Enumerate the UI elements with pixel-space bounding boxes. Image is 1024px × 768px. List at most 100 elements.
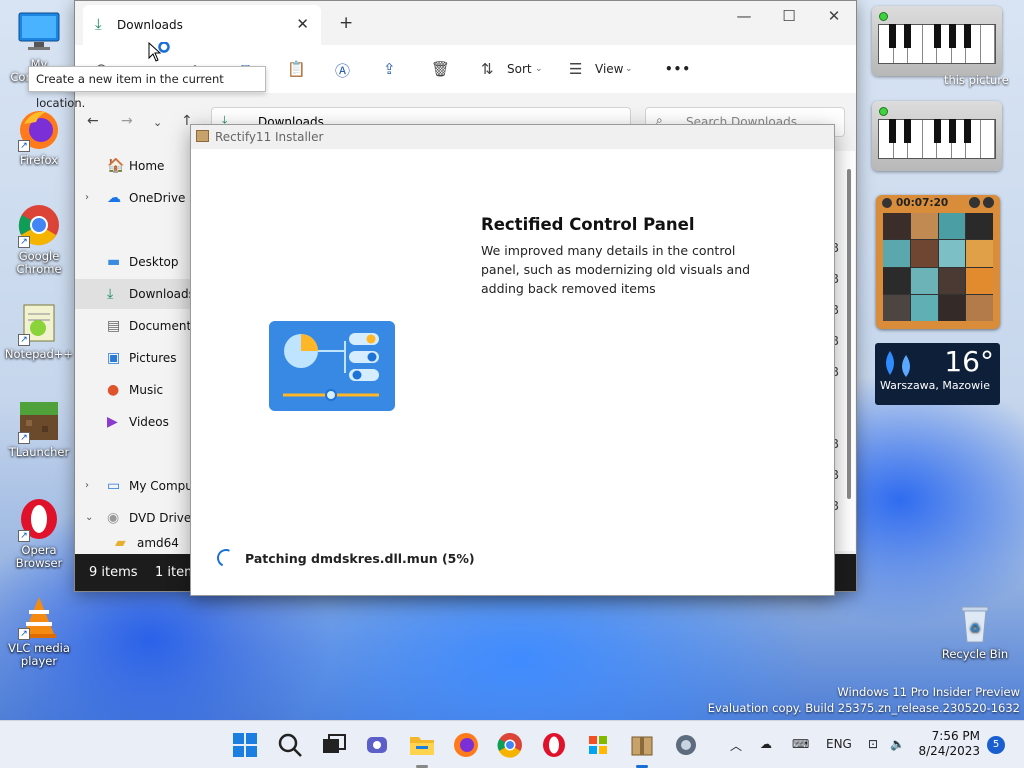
close-tab-icon[interactable]: ✕ bbox=[296, 15, 309, 33]
sidebar-item-desktop[interactable]: ▬ Desktop bbox=[75, 247, 193, 277]
recent-locations-button[interactable]: ⌄ bbox=[153, 116, 162, 129]
sidebar-item-home[interactable]: 🏠 Home bbox=[75, 151, 193, 181]
task-view-button[interactable] bbox=[320, 731, 348, 759]
rename-icon[interactable]: Ⓐ bbox=[335, 60, 350, 81]
taskbar: ︿ ☁ ⌨ ENG ⊡ 🔈 7:56 PM 8/24/2023 5 bbox=[0, 720, 1024, 768]
close-window-button[interactable]: ✕ bbox=[819, 7, 849, 25]
sidebar-item-dvd-drive[interactable]: ⌄ ◉ DVD Drive ( bbox=[75, 503, 193, 533]
chevron-down-icon: ⌄ bbox=[535, 64, 543, 74]
desktop-icon-label: VLC media player bbox=[8, 641, 70, 668]
scrollbar[interactable] bbox=[847, 169, 851, 499]
computer-icon: ▭ bbox=[107, 478, 121, 494]
delete-icon[interactable]: 🗑 bbox=[431, 60, 450, 78]
notification-badge[interactable]: 5 bbox=[987, 736, 1005, 754]
paste-icon[interactable]: 📋 bbox=[287, 60, 306, 78]
documents-icon: ▤ bbox=[107, 318, 121, 334]
piano-widget[interactable] bbox=[872, 101, 1002, 171]
desktop-icon-label: Google Chrome bbox=[16, 249, 62, 276]
desktop-icon-label: Firefox bbox=[19, 153, 59, 167]
start-button[interactable] bbox=[231, 731, 259, 759]
desktop-icon-label-partial: this picture bbox=[944, 73, 1009, 87]
chevron-down-icon[interactable]: ⌄ bbox=[85, 503, 93, 533]
folder-icon: ▰ bbox=[115, 535, 126, 551]
clock-date: 8/24/2023 bbox=[918, 744, 980, 758]
sidebar-item-downloads[interactable]: ⤓ Downloads bbox=[75, 279, 193, 309]
sidebar-item-my-computer[interactable]: ›▭My Computer bbox=[75, 471, 193, 501]
sidebar-item-videos[interactable]: ▶ Videos bbox=[75, 407, 193, 437]
desktop-icon-label: Opera Browser bbox=[15, 543, 63, 570]
control-panel-icon bbox=[269, 321, 395, 414]
rain-icon bbox=[880, 349, 922, 382]
taskbar-chrome[interactable] bbox=[496, 731, 524, 759]
taskbar-teams[interactable] bbox=[364, 731, 392, 759]
view-icon[interactable]: ☰ bbox=[569, 60, 582, 78]
taskbar-installer[interactable] bbox=[628, 731, 656, 759]
taskbar-opera[interactable] bbox=[540, 731, 568, 759]
more-options-button[interactable]: ••• bbox=[665, 62, 691, 76]
sort-button[interactable]: Sort bbox=[507, 62, 532, 76]
sidebar-item-documents[interactable]: ▤ Documents bbox=[75, 311, 193, 341]
clock[interactable]: 7:56 PM 8/24/2023 bbox=[918, 729, 980, 759]
forward-button[interactable]: → bbox=[121, 113, 133, 129]
svg-text:♻: ♻ bbox=[970, 621, 981, 635]
maximize-button[interactable]: ☐ bbox=[774, 7, 804, 25]
watermark-line-1: Windows 11 Pro Insider Preview bbox=[837, 685, 1020, 699]
installer-app-icon bbox=[196, 130, 209, 142]
tab-title: Downloads bbox=[117, 18, 183, 32]
installer-icon bbox=[631, 736, 653, 756]
desktop-icon-vlc[interactable]: ↗ VLC media player bbox=[2, 594, 76, 668]
taskbar-settings[interactable] bbox=[672, 731, 700, 759]
firefox-icon bbox=[454, 733, 478, 757]
taskbar-firefox[interactable] bbox=[452, 731, 480, 759]
opera-icon: ↗ bbox=[16, 496, 62, 542]
taskbar-file-explorer[interactable] bbox=[408, 731, 436, 759]
watermark-line-2: Evaluation copy. Build 25375.zn_release.… bbox=[707, 701, 1020, 715]
desktop-icon-chrome[interactable]: ↗ Google Chrome bbox=[2, 202, 76, 276]
help-icon[interactable] bbox=[969, 197, 980, 208]
desktop-icon-firefox[interactable]: ↗ Firefox bbox=[2, 106, 76, 167]
desktop-icon-notepadpp[interactable]: ↗ Notepad++ bbox=[2, 300, 76, 361]
desktop-icon-tlauncher[interactable]: ↗ TLauncher bbox=[2, 398, 76, 459]
sidebar-item-onedrive[interactable]: › ☁ OneDrive bbox=[75, 183, 193, 213]
folder-icon bbox=[410, 737, 434, 755]
view-button[interactable]: View bbox=[595, 62, 623, 76]
minimize-button[interactable]: — bbox=[729, 7, 759, 25]
desktop-icon-label: Notepad++ bbox=[4, 347, 74, 361]
opera-icon bbox=[543, 733, 565, 757]
tab-downloads[interactable]: ⤓ Downloads ✕ bbox=[83, 5, 321, 45]
puzzle-grid[interactable] bbox=[883, 213, 993, 321]
desktop-icon-opera[interactable]: ↗ Opera Browser bbox=[2, 496, 76, 570]
onedrive-tray-icon[interactable]: ☁ bbox=[760, 737, 772, 751]
keyboard-icon[interactable]: ⌨ bbox=[792, 737, 809, 751]
back-button[interactable]: ← bbox=[87, 113, 99, 129]
share-icon[interactable]: ⇪ bbox=[383, 60, 396, 78]
puzzle-widget[interactable]: 00:07:20 bbox=[876, 195, 1000, 329]
download-icon: ⤓ bbox=[107, 286, 114, 302]
new-tab-button[interactable]: + bbox=[339, 13, 353, 33]
volume-icon[interactable]: 🔈 bbox=[890, 737, 905, 751]
puzzle-timer: 00:07:20 bbox=[876, 195, 1000, 211]
installer-window[interactable]: Rectify11 Installer Rectified Control Pa… bbox=[190, 124, 835, 596]
piano-widget[interactable] bbox=[872, 6, 1002, 76]
settings-icon[interactable] bbox=[983, 197, 994, 208]
chevron-right-icon[interactable]: › bbox=[85, 471, 89, 501]
feature-description: We improved many details in the control … bbox=[481, 243, 751, 296]
computer-icon bbox=[16, 10, 62, 56]
chevron-right-icon[interactable]: › bbox=[85, 183, 89, 213]
sidebar-item-music[interactable]: ● Music bbox=[75, 375, 193, 405]
desktop-icon-recycle-bin[interactable]: ♻ Recycle Bin bbox=[938, 600, 1012, 661]
weather-widget[interactable]: 16° Warszawa, Mazowie bbox=[875, 343, 1000, 405]
sidebar-item-pictures[interactable]: ▣ Pictures bbox=[75, 343, 193, 373]
desktop-icon-label: Recycle Bin bbox=[941, 647, 1009, 661]
clock-icon bbox=[882, 198, 892, 208]
taskbar-store[interactable] bbox=[584, 731, 612, 759]
store-icon bbox=[589, 736, 607, 754]
search-button[interactable] bbox=[276, 731, 304, 759]
input-language[interactable]: ENG bbox=[826, 737, 852, 751]
show-hidden-icons-button[interactable]: ︿ bbox=[730, 737, 742, 754]
search-icon bbox=[278, 733, 302, 757]
sort-icon[interactable]: ⇅ bbox=[481, 60, 494, 78]
network-icon[interactable]: ⊡ bbox=[868, 737, 878, 751]
sidebar-item-amd64[interactable]: ▰ amd64 bbox=[75, 535, 193, 551]
status-led bbox=[879, 107, 888, 116]
